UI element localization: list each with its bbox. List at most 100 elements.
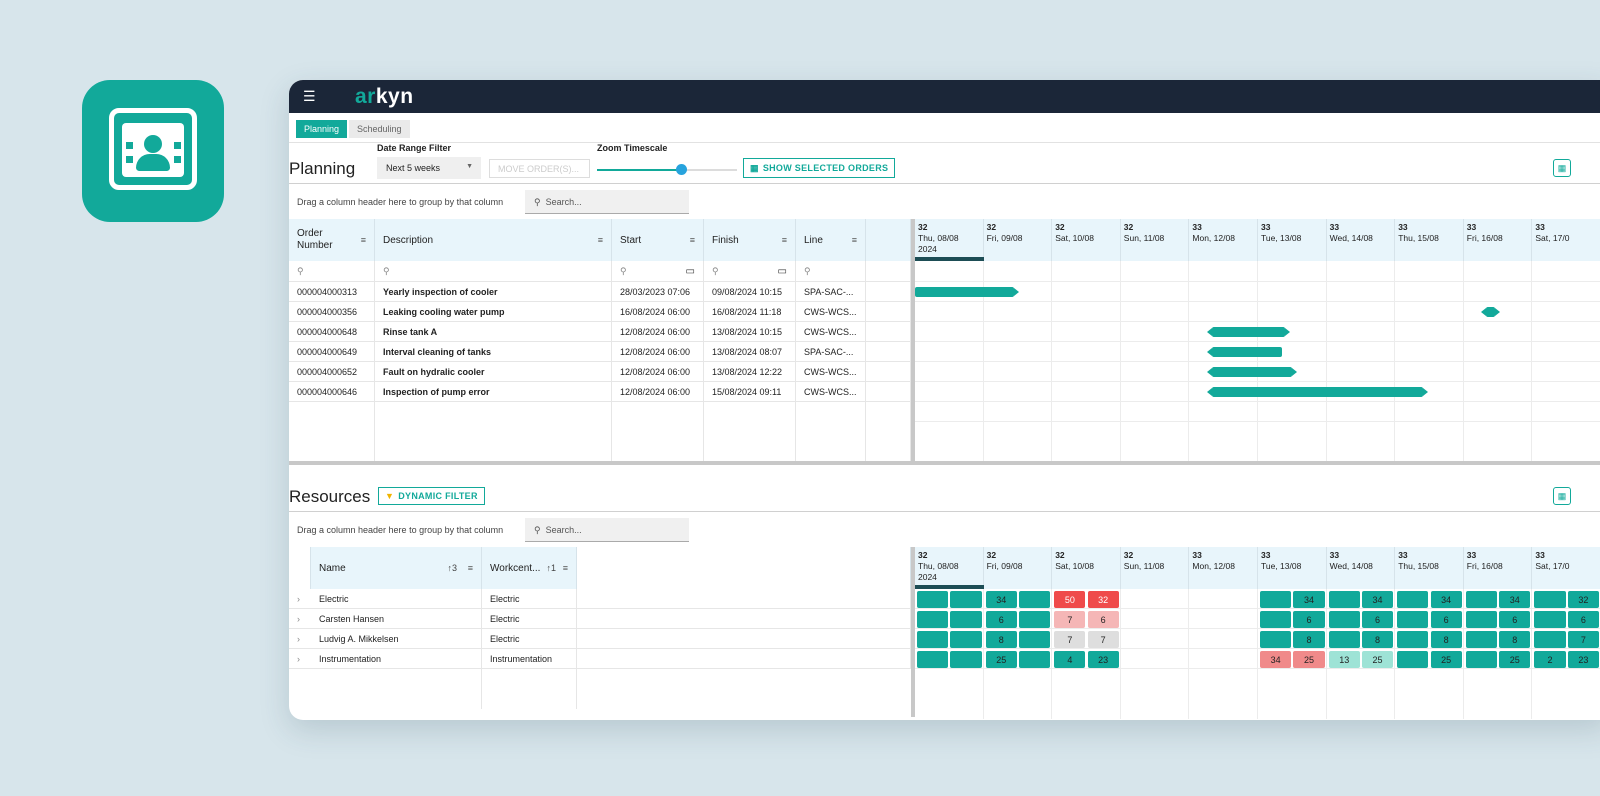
capacity-cell[interactable]: [1328, 631, 1360, 648]
table-cell[interactable]: Inspection of pump error: [375, 382, 612, 402]
table-cell[interactable]: 000004000648: [289, 322, 375, 342]
capacity-cell[interactable]: [1397, 591, 1429, 608]
capacity-cell[interactable]: 34: [1499, 591, 1531, 608]
capacity-cell[interactable]: [1397, 631, 1429, 648]
capacity-cell[interactable]: 23: [1087, 651, 1119, 668]
table-cell[interactable]: SPA-SAC-...: [796, 342, 866, 362]
chevron-right-icon[interactable]: ›: [297, 594, 300, 604]
table-cell[interactable]: 12/08/2024 06:00: [612, 322, 704, 342]
capacity-cell[interactable]: 25: [1430, 651, 1462, 668]
filter-icon[interactable]: ≡: [690, 235, 695, 245]
capacity-cell[interactable]: 6: [1087, 611, 1119, 628]
capacity-cell[interactable]: [950, 651, 982, 668]
table-cell[interactable]: Yearly inspection of cooler: [375, 282, 612, 302]
table-cell[interactable]: Rinse tank A: [375, 322, 612, 342]
capacity-cell[interactable]: [950, 611, 982, 628]
zoom-slider[interactable]: [676, 164, 687, 175]
bar-handle-right[interactable]: [1014, 288, 1020, 296]
column-header-name[interactable]: Name ↑3 ≡: [311, 547, 482, 589]
bar-handle-left[interactable]: [1206, 388, 1212, 396]
filter-icon[interactable]: ≡: [563, 563, 568, 573]
table-cell[interactable]: CWS-WCS...: [796, 302, 866, 322]
chevron-right-icon[interactable]: ›: [297, 614, 300, 624]
table-cell[interactable]: CWS-WCS...: [796, 362, 866, 382]
dynamic-filter-button[interactable]: ▼ DYNAMIC FILTER: [378, 487, 485, 505]
capacity-cell[interactable]: [1397, 611, 1429, 628]
chevron-right-icon[interactable]: ›: [297, 634, 300, 644]
calendar-icon[interactable]: ▦: [1553, 159, 1571, 177]
capacity-cell[interactable]: 25: [1499, 651, 1531, 668]
capacity-cell[interactable]: 34: [985, 591, 1017, 608]
capacity-cell[interactable]: 25: [985, 651, 1017, 668]
column-header[interactable]: Line ≡: [796, 219, 866, 261]
capacity-cell[interactable]: [1397, 651, 1429, 668]
capacity-cell[interactable]: [917, 591, 949, 608]
resources-search-input[interactable]: ⚲ Search...: [525, 518, 689, 542]
capacity-cell[interactable]: 6: [1430, 611, 1462, 628]
order-bar[interactable]: [1480, 307, 1500, 317]
capacity-cell[interactable]: [1018, 611, 1051, 628]
capacity-cell[interactable]: [1534, 631, 1566, 648]
capacity-cell[interactable]: [1465, 631, 1498, 648]
capacity-cell[interactable]: 7: [1567, 631, 1599, 648]
table-cell[interactable]: CWS-WCS...: [796, 382, 866, 402]
capacity-cell[interactable]: 25: [1293, 651, 1325, 668]
capacity-cell[interactable]: [1465, 591, 1498, 608]
capacity-cell[interactable]: 7: [1054, 611, 1086, 628]
bar-handle-right[interactable]: [1292, 368, 1298, 376]
capacity-cell[interactable]: 8: [1361, 631, 1394, 648]
capacity-cell[interactable]: 4: [1054, 651, 1086, 668]
calendar-icon[interactable]: ▦: [1553, 487, 1571, 505]
capacity-cell[interactable]: [917, 631, 949, 648]
table-cell[interactable]: 000004000652: [289, 362, 375, 382]
bar-handle-left[interactable]: [1206, 368, 1212, 376]
filter-icon[interactable]: ≡: [782, 235, 787, 245]
expand-cell[interactable]: ›: [289, 649, 311, 669]
capacity-cell[interactable]: 34: [1430, 591, 1462, 608]
table-cell[interactable]: 13/08/2024 10:15: [704, 322, 796, 342]
capacity-cell[interactable]: 50: [1054, 591, 1086, 608]
table-cell[interactable]: 15/08/2024 09:11: [704, 382, 796, 402]
table-cell[interactable]: 16/08/2024 06:00: [612, 302, 704, 322]
resource-name[interactable]: Instrumentation: [311, 649, 482, 669]
capacity-cell[interactable]: 7: [1087, 631, 1119, 648]
table-cell[interactable]: 16/08/2024 11:18: [704, 302, 796, 322]
column-filter-input[interactable]: ⚲: [796, 261, 866, 282]
capacity-cell[interactable]: 32: [1087, 591, 1119, 608]
show-selected-orders-button[interactable]: ▦ SHOW SELECTED ORDERS: [743, 158, 896, 178]
column-header[interactable]: Order Number ≡: [289, 219, 375, 261]
capacity-cell[interactable]: 6: [1293, 611, 1325, 628]
capacity-cell[interactable]: 6: [1567, 611, 1599, 628]
column-filter-input[interactable]: ⚲: [375, 261, 612, 282]
order-bar[interactable]: [915, 287, 1020, 297]
bar-handle-right[interactable]: [1285, 328, 1291, 336]
table-cell[interactable]: 000004000313: [289, 282, 375, 302]
capacity-cell[interactable]: [917, 611, 949, 628]
capacity-cell[interactable]: 8: [1293, 631, 1325, 648]
capacity-cell[interactable]: [1328, 591, 1360, 608]
capacity-cell[interactable]: [917, 651, 949, 668]
capacity-cell[interactable]: 23: [1567, 651, 1599, 668]
column-filter-input[interactable]: ⚲ ▭: [612, 261, 704, 282]
expand-cell[interactable]: ›: [289, 629, 311, 649]
column-filter-input[interactable]: ⚲: [289, 261, 375, 282]
resource-name[interactable]: Electric: [311, 589, 482, 609]
bar-handle-left[interactable]: [1480, 308, 1486, 316]
order-bar[interactable]: [1206, 347, 1282, 357]
capacity-cell[interactable]: 8: [1499, 631, 1531, 648]
capacity-cell[interactable]: 34: [1260, 651, 1292, 668]
capacity-cell[interactable]: 8: [985, 631, 1017, 648]
capacity-cell[interactable]: 6: [985, 611, 1017, 628]
capacity-cell[interactable]: [950, 631, 982, 648]
resource-workcenter[interactable]: Electric: [482, 589, 577, 609]
bar-handle-right[interactable]: [1422, 388, 1428, 396]
table-cell[interactable]: Leaking cooling water pump: [375, 302, 612, 322]
capacity-cell[interactable]: [1260, 631, 1292, 648]
capacity-cell[interactable]: 34: [1361, 591, 1394, 608]
bar-handle-right[interactable]: [1494, 308, 1500, 316]
table-cell[interactable]: 000004000649: [289, 342, 375, 362]
capacity-cell[interactable]: [1465, 611, 1498, 628]
table-cell[interactable]: 13/08/2024 08:07: [704, 342, 796, 362]
resource-workcenter[interactable]: Electric: [482, 629, 577, 649]
resource-workcenter[interactable]: Electric: [482, 609, 577, 629]
